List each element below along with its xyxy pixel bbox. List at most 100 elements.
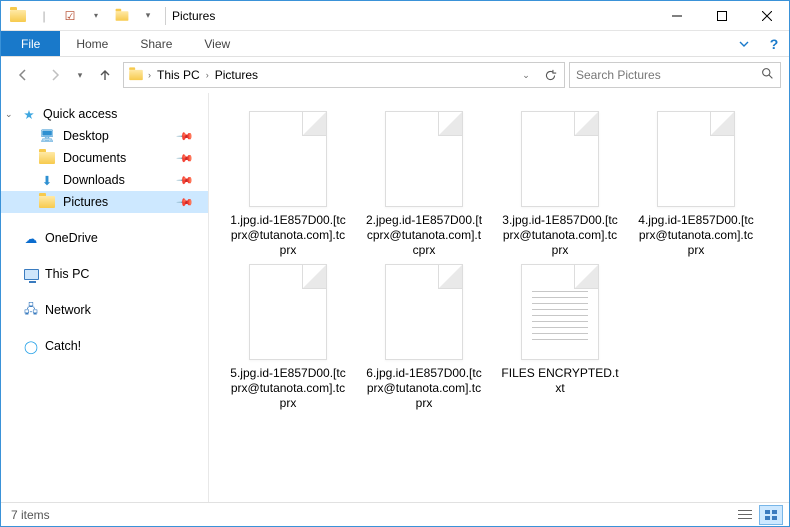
nav-label: This PC bbox=[45, 267, 89, 281]
view-tab[interactable]: View bbox=[188, 31, 246, 56]
breadcrumb-label: Pictures bbox=[215, 68, 258, 82]
location-icon bbox=[128, 69, 144, 81]
refresh-icon[interactable] bbox=[540, 65, 560, 85]
up-button[interactable] bbox=[91, 61, 119, 89]
pin-icon: 📌 bbox=[176, 193, 195, 212]
address-bar-row: ▾ › This PC › Pictures ⌄ Search Pictures bbox=[1, 57, 789, 93]
folder-icon bbox=[39, 150, 55, 166]
nav-label: Pictures bbox=[63, 195, 108, 209]
file-name: 3.jpg.id-1E857D00.[tcprx@tutanota.com].t… bbox=[501, 213, 619, 258]
file-item[interactable]: 5.jpg.id-1E857D00.[tcprx@tutanota.com].t… bbox=[229, 264, 347, 411]
details-view-button[interactable] bbox=[733, 505, 757, 525]
help-icon[interactable]: ? bbox=[759, 31, 789, 56]
page-fold-icon bbox=[302, 112, 326, 136]
sidebar-item-network[interactable]: 🖧 Network bbox=[1, 299, 208, 321]
nav-label: Documents bbox=[63, 151, 126, 165]
file-tab[interactable]: File bbox=[1, 31, 60, 56]
quick-access-toolbar: | ☑ ▾ ▾ bbox=[7, 5, 159, 27]
page-fold-icon bbox=[438, 112, 462, 136]
downloads-icon: ⬇ bbox=[39, 172, 55, 188]
file-list: 1.jpg.id-1E857D00.[tcprx@tutanota.com].t… bbox=[209, 93, 789, 504]
blank-file-icon bbox=[385, 111, 463, 207]
file-name: 2.jpeg.id-1E857D00.[tcprx@tutanota.com].… bbox=[365, 213, 483, 258]
file-item[interactable]: 3.jpg.id-1E857D00.[tcprx@tutanota.com].t… bbox=[501, 111, 619, 258]
page-fold-icon bbox=[710, 112, 734, 136]
close-button[interactable] bbox=[744, 1, 789, 30]
title-divider bbox=[165, 7, 166, 25]
sidebar-item-documents[interactable]: Documents 📌 bbox=[1, 147, 208, 169]
pin-icon: 📌 bbox=[176, 149, 195, 168]
customize-qat-icon[interactable]: ▾ bbox=[137, 5, 159, 27]
file-name: FILES ENCRYPTED.txt bbox=[501, 366, 619, 396]
blank-file-icon bbox=[521, 111, 599, 207]
catch-icon: ◯ bbox=[23, 338, 39, 354]
nav-label: Downloads bbox=[63, 173, 125, 187]
file-item[interactable]: 6.jpg.id-1E857D00.[tcprx@tutanota.com].t… bbox=[365, 264, 483, 411]
ribbon-expand-icon[interactable] bbox=[729, 31, 759, 56]
page-fold-icon bbox=[438, 265, 462, 289]
file-item[interactable]: FILES ENCRYPTED.txt bbox=[501, 264, 619, 411]
breadcrumb-this-pc[interactable]: This PC bbox=[155, 68, 202, 82]
breadcrumb-pictures[interactable]: Pictures bbox=[213, 68, 260, 82]
ribbon: File Home Share View ? bbox=[1, 31, 789, 57]
file-name: 6.jpg.id-1E857D00.[tcprx@tutanota.com].t… bbox=[365, 366, 483, 411]
file-item[interactable]: 1.jpg.id-1E857D00.[tcprx@tutanota.com].t… bbox=[229, 111, 347, 258]
maximize-button[interactable] bbox=[699, 1, 744, 30]
window-controls bbox=[654, 1, 789, 30]
qat-separator: | bbox=[33, 5, 55, 27]
sidebar-item-this-pc[interactable]: This PC bbox=[1, 263, 208, 285]
blank-file-icon bbox=[249, 111, 327, 207]
sidebar-item-catch[interactable]: ◯ Catch! bbox=[1, 335, 208, 357]
explorer-icon bbox=[7, 5, 29, 27]
recent-dropdown-icon[interactable]: ▾ bbox=[73, 61, 87, 89]
nav-label: OneDrive bbox=[45, 231, 98, 245]
cloud-icon: ☁ bbox=[23, 230, 39, 246]
quick-access-header[interactable]: ⌄ ★ Quick access bbox=[1, 103, 208, 125]
home-tab[interactable]: Home bbox=[60, 31, 124, 56]
expand-icon[interactable]: ⌄ bbox=[5, 109, 15, 120]
sidebar-item-pictures[interactable]: Pictures 📌 bbox=[1, 191, 208, 213]
search-icon[interactable] bbox=[761, 67, 774, 83]
network-icon: 🖧 bbox=[23, 302, 39, 318]
window-title: Pictures bbox=[172, 9, 215, 23]
back-button[interactable] bbox=[9, 61, 37, 89]
new-folder-qat-icon[interactable] bbox=[111, 5, 133, 27]
chevron-right-icon[interactable]: › bbox=[148, 70, 151, 80]
sidebar-item-desktop[interactable]: 🖥 Desktop 📌 bbox=[1, 125, 208, 147]
qat-dropdown-icon[interactable]: ▾ bbox=[85, 5, 107, 27]
blank-file-icon bbox=[249, 264, 327, 360]
sidebar-item-downloads[interactable]: ⬇ Downloads 📌 bbox=[1, 169, 208, 191]
address-dropdown-icon[interactable]: ⌄ bbox=[516, 65, 536, 85]
nav-label: Network bbox=[45, 303, 91, 317]
blank-file-icon bbox=[657, 111, 735, 207]
properties-qat-icon[interactable]: ☑ bbox=[59, 5, 81, 27]
sidebar-item-onedrive[interactable]: ☁ OneDrive bbox=[1, 227, 208, 249]
share-tab[interactable]: Share bbox=[124, 31, 188, 56]
nav-label: Quick access bbox=[43, 107, 117, 121]
status-bar: 7 items bbox=[1, 502, 789, 526]
minimize-button[interactable] bbox=[654, 1, 699, 30]
blank-file-icon bbox=[385, 264, 463, 360]
item-count: 7 items bbox=[11, 508, 50, 522]
nav-label: Desktop bbox=[63, 129, 109, 143]
pin-icon: 📌 bbox=[176, 127, 195, 146]
navigation-pane: ⌄ ★ Quick access 🖥 Desktop 📌 Documents 📌… bbox=[1, 93, 209, 504]
chevron-right-icon[interactable]: › bbox=[206, 70, 209, 80]
folder-icon bbox=[39, 194, 55, 210]
nav-label: Catch! bbox=[45, 339, 81, 353]
forward-button[interactable] bbox=[41, 61, 69, 89]
search-placeholder: Search Pictures bbox=[576, 68, 661, 82]
search-input[interactable]: Search Pictures bbox=[569, 62, 781, 88]
address-bar[interactable]: › This PC › Pictures ⌄ bbox=[123, 62, 565, 88]
file-name: 4.jpg.id-1E857D00.[tcprx@tutanota.com].t… bbox=[637, 213, 755, 258]
file-item[interactable]: 2.jpeg.id-1E857D00.[tcprx@tutanota.com].… bbox=[365, 111, 483, 258]
pin-icon: 📌 bbox=[176, 171, 195, 190]
file-item[interactable]: 4.jpg.id-1E857D00.[tcprx@tutanota.com].t… bbox=[637, 111, 755, 258]
page-fold-icon bbox=[574, 265, 598, 289]
pc-icon bbox=[23, 266, 39, 282]
text-file-icon bbox=[521, 264, 599, 360]
file-name: 5.jpg.id-1E857D00.[tcprx@tutanota.com].t… bbox=[229, 366, 347, 411]
title-bar: | ☑ ▾ ▾ Pictures bbox=[1, 1, 789, 31]
large-icons-view-button[interactable] bbox=[759, 505, 783, 525]
star-icon: ★ bbox=[21, 106, 37, 122]
